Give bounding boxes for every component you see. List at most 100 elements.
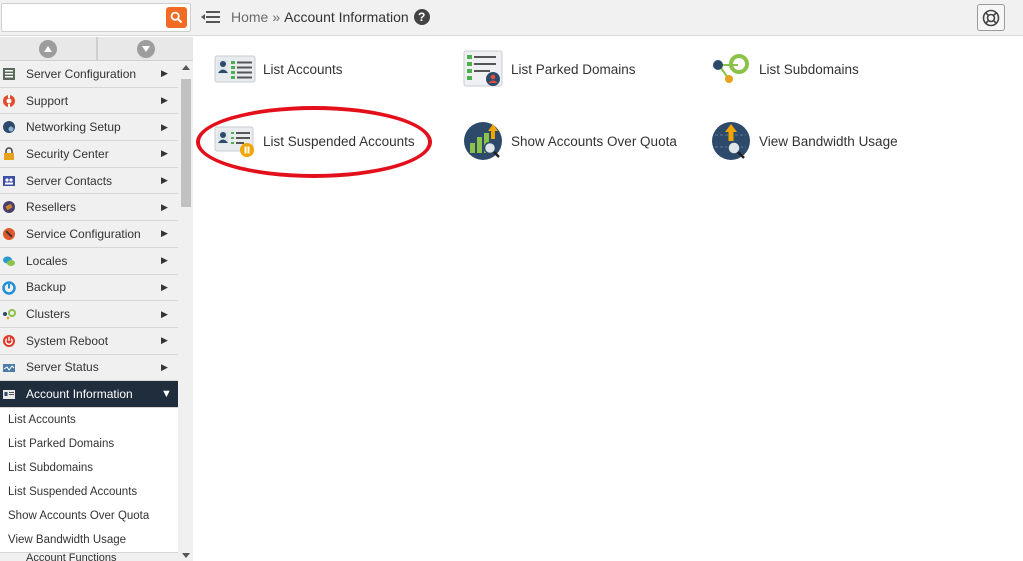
- tile-label: List Accounts: [263, 61, 343, 77]
- tile-label: List Subdomains: [759, 61, 859, 77]
- tile-list-subdomains[interactable]: List Subdomains: [709, 49, 859, 89]
- chevron-right-icon: ▶: [161, 335, 168, 346]
- lifebuoy-icon: [2, 94, 16, 108]
- sidebar-item-networking-setup[interactable]: Networking Setup ▶: [0, 114, 178, 142]
- sidebar-item-label: System Reboot: [26, 333, 109, 348]
- tile-label: List Parked Domains: [511, 61, 636, 77]
- divider: [96, 37, 98, 61]
- sidebar-item-label: Clusters: [26, 307, 71, 322]
- contacts-icon: [2, 174, 16, 188]
- sidebar-subitem-list-subdomains[interactable]: List Subdomains: [0, 456, 178, 480]
- sidebar-item-server-status[interactable]: Server Status ▶: [0, 354, 178, 382]
- breadcrumb-home-link[interactable]: Home: [231, 9, 268, 25]
- scrollbar-thumb[interactable]: [181, 79, 191, 207]
- sidebar-item-label: Service Configuration: [26, 226, 141, 241]
- chevron-down-icon: [142, 46, 150, 52]
- tile-show-accounts-over-quota[interactable]: Show Accounts Over Quota: [461, 121, 677, 161]
- sidebar-sub-list: List Accounts List Parked Domains List S…: [0, 408, 178, 552]
- search-box: [1, 3, 191, 32]
- server-config-icon: [2, 67, 16, 81]
- sidebar-subitem-list-suspended-accounts[interactable]: List Suspended Accounts: [0, 480, 178, 504]
- sidebar-item-security-center[interactable]: Security Center ▶: [0, 141, 178, 168]
- tile-list-suspended-accounts[interactable]: List Suspended Accounts: [213, 121, 415, 161]
- account-info-icon: [2, 387, 16, 401]
- tile-label: Show Accounts Over Quota: [511, 133, 677, 149]
- sidebar-item-label: Server Status: [26, 360, 99, 375]
- lock-icon: [2, 147, 16, 161]
- collapse-menu-icon: [201, 11, 220, 23]
- chevron-right-icon: ▶: [161, 361, 168, 372]
- sidebar-scrollbar[interactable]: [178, 61, 193, 561]
- lifebuoy-icon: [982, 9, 1000, 26]
- sidebar-item-label: Locales: [26, 253, 68, 268]
- sidebar-item-account-functions[interactable]: Account Functions: [0, 551, 178, 561]
- main-content: List Accounts List Parked Domains List S…: [193, 37, 1023, 561]
- backup-icon: [2, 280, 16, 295]
- sidebar-item-server-contacts[interactable]: Server Contacts ▶: [0, 167, 178, 195]
- menu-toggle-button[interactable]: [201, 8, 221, 26]
- top-bar: Home » Account Information ?: [0, 0, 1023, 36]
- support-button[interactable]: [977, 4, 1005, 31]
- page-title: Account Information: [284, 9, 409, 25]
- tile-view-bandwidth-usage[interactable]: View Bandwidth Usage: [709, 121, 898, 161]
- breadcrumb-separator: »: [272, 9, 281, 25]
- monitor-icon: [2, 361, 16, 375]
- sidebar-item-backup[interactable]: Backup ▶: [0, 274, 178, 302]
- sidebar-item-label: Server Contacts: [26, 173, 113, 188]
- list-accounts-icon: [213, 49, 257, 89]
- subdomains-icon: [709, 49, 753, 89]
- sidebar-subitem-list-accounts[interactable]: List Accounts: [0, 408, 178, 432]
- sidebar-item-account-information[interactable]: Account Information ▼: [0, 381, 178, 408]
- chevron-right-icon: ▶: [161, 255, 168, 266]
- search-button[interactable]: [166, 7, 187, 28]
- speech-bubbles-icon: [2, 254, 16, 268]
- sidebar: Server Configuration ▶ Support ▶ Network…: [0, 37, 193, 561]
- help-icon[interactable]: ?: [413, 9, 430, 25]
- sidebar-item-label: Backup: [26, 280, 67, 295]
- tile-label: List Suspended Accounts: [263, 133, 415, 149]
- tile-list-accounts[interactable]: List Accounts: [213, 49, 343, 89]
- breadcrumb: Home » Account Information ?: [231, 9, 430, 25]
- chevron-right-icon: ▶: [161, 308, 168, 319]
- sidebar-nav: Server Configuration ▶ Support ▶ Network…: [0, 61, 178, 561]
- scroll-down-button[interactable]: [137, 40, 155, 58]
- sidebar-item-system-reboot[interactable]: System Reboot ▶: [0, 327, 178, 355]
- sidebar-item-locales[interactable]: Locales ▶: [0, 247, 178, 275]
- tile-list-parked-domains[interactable]: List Parked Domains: [461, 49, 636, 89]
- network-icon: [2, 120, 16, 134]
- cluster-icon: [2, 307, 16, 321]
- sidebar-item-support[interactable]: Support ▶: [0, 87, 178, 115]
- over-quota-icon: [461, 121, 505, 161]
- sidebar-subitem-view-bandwidth-usage[interactable]: View Bandwidth Usage: [0, 528, 178, 552]
- scroll-down-arrow-icon[interactable]: [182, 553, 190, 558]
- chevron-right-icon: ▶: [161, 148, 168, 159]
- sidebar-item-resellers[interactable]: Resellers ▶: [0, 194, 178, 222]
- bandwidth-icon: [709, 121, 753, 161]
- sidebar-item-label: Resellers: [26, 200, 77, 215]
- parked-domains-icon: [461, 49, 505, 89]
- chevron-right-icon: ▶: [161, 95, 168, 106]
- sidebar-subitem-show-accounts-over-quota[interactable]: Show Accounts Over Quota: [0, 504, 178, 528]
- chevron-down-icon: ▼: [161, 388, 172, 401]
- power-icon: [2, 334, 16, 348]
- tile-label: View Bandwidth Usage: [759, 133, 898, 149]
- sidebar-item-label: Security Center: [26, 146, 109, 161]
- sidebar-subitem-list-parked-domains[interactable]: List Parked Domains: [0, 432, 178, 456]
- chevron-right-icon: ▶: [161, 281, 168, 292]
- search-icon: [170, 11, 183, 24]
- sidebar-item-label: Networking Setup: [26, 120, 121, 135]
- chevron-right-icon: ▶: [161, 121, 168, 132]
- scroll-up-arrow-icon[interactable]: [182, 65, 190, 70]
- chevron-up-icon: [44, 46, 52, 52]
- search-input[interactable]: [2, 4, 162, 31]
- chevron-right-icon: ▶: [161, 68, 168, 79]
- chevron-right-icon: ▶: [161, 228, 168, 239]
- sidebar-item-service-configuration[interactable]: Service Configuration ▶: [0, 221, 178, 248]
- sidebar-item-clusters[interactable]: Clusters ▶: [0, 301, 178, 328]
- sidebar-item-server-configuration[interactable]: Server Configuration ▶: [0, 61, 178, 88]
- tag-icon: [2, 200, 16, 214]
- chevron-right-icon: ▶: [161, 201, 168, 212]
- sidebar-collapse-bar: [0, 37, 193, 61]
- scroll-up-button[interactable]: [39, 40, 57, 58]
- chevron-right-icon: ▶: [161, 175, 168, 186]
